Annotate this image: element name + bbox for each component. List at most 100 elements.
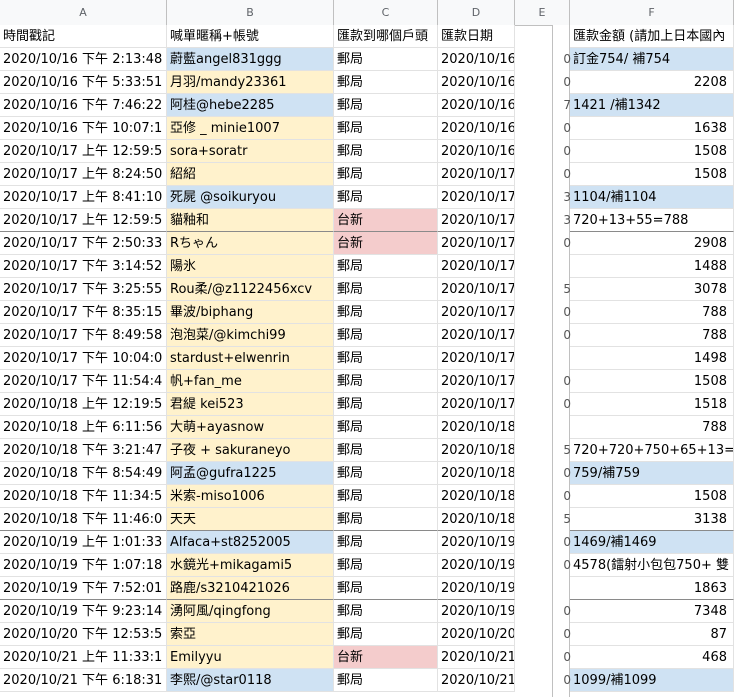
timestamp-cell[interactable]: 2020/10/17 上午 8:24:50 — [0, 163, 167, 186]
account-cell[interactable]: 郵局 — [334, 140, 438, 163]
account-cell[interactable]: 郵局 — [334, 324, 438, 347]
nickname-cell[interactable]: 紹紹 — [167, 163, 334, 186]
timestamp-cell[interactable]: 2020/10/17 下午 3:25:55 — [0, 278, 167, 301]
header-cell-amount[interactable]: 匯款金額 (請加上日本國內 — [570, 25, 734, 48]
account-cell[interactable]: 郵局 — [334, 508, 438, 531]
nickname-cell[interactable]: 索亞 — [167, 623, 334, 646]
amount-cell[interactable]: 87 — [570, 623, 734, 646]
column-header-e[interactable]: E — [515, 0, 570, 25]
date-cell[interactable]: 2020/10/17 — [438, 255, 515, 278]
timestamp-cell[interactable]: 2020/10/19 下午 1:07:18 — [0, 554, 167, 577]
header-cell-nickname[interactable]: 喊單暱稱+帳號 — [167, 25, 334, 48]
timestamp-cell[interactable]: 2020/10/19 下午 9:23:14 — [0, 600, 167, 623]
nickname-cell[interactable]: 大萌+ayasnow — [167, 416, 334, 439]
timestamp-cell[interactable]: 2020/10/16 下午 7:46:22 — [0, 94, 167, 117]
date-cell[interactable]: 2020/10/16 — [438, 94, 515, 117]
amount-cell[interactable]: 1508 — [570, 485, 734, 508]
timestamp-cell[interactable]: 2020/10/17 下午 2:50:33 — [0, 232, 167, 255]
account-cell[interactable]: 台新 — [334, 209, 438, 232]
timestamp-cell[interactable]: 2020/10/18 上午 6:11:56 — [0, 416, 167, 439]
amount-cell[interactable]: 4578(鐳射小包包750+ 雙 — [570, 554, 734, 577]
date-cell[interactable]: 2020/10/19 — [438, 531, 515, 554]
header-cell-date[interactable]: 匯款日期 — [438, 25, 515, 48]
account-cell[interactable]: 郵局 — [334, 370, 438, 393]
column-header-a[interactable]: A — [0, 0, 167, 25]
amount-cell[interactable]: 788 — [570, 301, 734, 324]
date-cell[interactable]: 2020/10/17 — [438, 324, 515, 347]
date-cell[interactable]: 2020/10/17 — [438, 278, 515, 301]
account-cell[interactable]: 郵局 — [334, 71, 438, 94]
amount-cell[interactable]: 468 — [570, 646, 734, 669]
amount-cell[interactable]: 3138 — [570, 508, 734, 531]
header-cell-account[interactable]: 匯款到哪個戶頭 — [334, 25, 438, 48]
date-cell[interactable]: 2020/10/17 — [438, 301, 515, 324]
amount-cell[interactable]: 1638 — [570, 117, 734, 140]
nickname-cell[interactable]: 畢波/biphang — [167, 301, 334, 324]
date-cell[interactable]: 2020/10/17 — [438, 209, 515, 232]
timestamp-cell[interactable]: 2020/10/17 上午 12:59:5 — [0, 209, 167, 232]
account-cell[interactable]: 郵局 — [334, 163, 438, 186]
account-cell[interactable]: 郵局 — [334, 462, 438, 485]
amount-cell[interactable]: 788 — [570, 324, 734, 347]
nickname-cell[interactable]: 蔚藍angel831ggg — [167, 48, 334, 71]
amount-cell[interactable]: 720+720+750+65+13=22 — [570, 439, 734, 462]
account-cell[interactable]: 郵局 — [334, 439, 438, 462]
date-cell[interactable]: 2020/10/19 — [438, 577, 515, 600]
account-cell[interactable]: 郵局 — [334, 48, 438, 71]
nickname-cell[interactable]: 阿桂@hebe2285 — [167, 94, 334, 117]
nickname-cell[interactable]: 月羽/mandy23361 — [167, 71, 334, 94]
account-cell[interactable]: 郵局 — [334, 278, 438, 301]
nickname-cell[interactable]: 死屍 @soikuryou — [167, 186, 334, 209]
nickname-cell[interactable]: 阿孟@gufra1225 — [167, 462, 334, 485]
nickname-cell[interactable]: 水鏡光+mikagami5 — [167, 554, 334, 577]
date-cell[interactable]: 2020/10/17 — [438, 232, 515, 255]
account-cell[interactable]: 郵局 — [334, 416, 438, 439]
date-cell[interactable]: 2020/10/16 — [438, 117, 515, 140]
date-cell[interactable]: 2020/10/18 — [438, 416, 515, 439]
nickname-cell[interactable]: 天天 — [167, 508, 334, 531]
date-cell[interactable]: 2020/10/17 — [438, 347, 515, 370]
column-header-d[interactable]: D — [438, 0, 515, 25]
amount-cell[interactable]: 1508 — [570, 163, 734, 186]
account-cell[interactable]: 台新 — [334, 232, 438, 255]
timestamp-cell[interactable]: 2020/10/18 下午 11:34:5 — [0, 485, 167, 508]
account-cell[interactable]: 台新 — [334, 646, 438, 669]
nickname-cell[interactable]: Rちゃん — [167, 232, 334, 255]
date-cell[interactable]: 2020/10/18 — [438, 462, 515, 485]
date-cell[interactable]: 2020/10/21 — [438, 669, 515, 692]
account-cell[interactable]: 郵局 — [334, 623, 438, 646]
timestamp-cell[interactable]: 2020/10/16 下午 10:07:1 — [0, 117, 167, 140]
account-cell[interactable]: 郵局 — [334, 255, 438, 278]
nickname-cell[interactable]: 子夜 + sakuraneyo — [167, 439, 334, 462]
date-cell[interactable]: 2020/10/16 — [438, 48, 515, 71]
column-header-c[interactable]: C — [334, 0, 438, 25]
amount-cell[interactable]: 1469/補1469 — [570, 531, 734, 554]
amount-cell[interactable]: 1863 — [570, 577, 734, 600]
amount-cell[interactable]: 1518 — [570, 393, 734, 416]
account-cell[interactable]: 郵局 — [334, 393, 438, 416]
date-cell[interactable]: 2020/10/18 — [438, 439, 515, 462]
amount-cell[interactable]: 1498 — [570, 347, 734, 370]
nickname-cell[interactable]: 湧阿風/qingfong — [167, 600, 334, 623]
account-cell[interactable]: 郵局 — [334, 577, 438, 600]
amount-cell[interactable]: 7348 — [570, 600, 734, 623]
amount-cell[interactable]: 720+13+55=788 — [570, 209, 734, 232]
nickname-cell[interactable]: 亞修 _ minie1007 — [167, 117, 334, 140]
amount-cell[interactable]: 788 — [570, 416, 734, 439]
timestamp-cell[interactable]: 2020/10/18 下午 3:21:47 — [0, 439, 167, 462]
nickname-cell[interactable]: Alfaca+st8252005 — [167, 531, 334, 554]
date-cell[interactable]: 2020/10/17 — [438, 186, 515, 209]
nickname-cell[interactable]: Emilyyu — [167, 646, 334, 669]
timestamp-cell[interactable]: 2020/10/18 下午 8:54:49 — [0, 462, 167, 485]
account-cell[interactable]: 郵局 — [334, 600, 438, 623]
nickname-cell[interactable]: sora+soratr — [167, 140, 334, 163]
timestamp-cell[interactable]: 2020/10/17 下午 8:49:58 — [0, 324, 167, 347]
nickname-cell[interactable]: 君緹 kei523 — [167, 393, 334, 416]
account-cell[interactable]: 郵局 — [334, 554, 438, 577]
timestamp-cell[interactable]: 2020/10/20 下午 12:53:5 — [0, 623, 167, 646]
date-cell[interactable]: 2020/10/17 — [438, 370, 515, 393]
amount-cell[interactable]: 2208 — [570, 71, 734, 94]
account-cell[interactable]: 郵局 — [334, 485, 438, 508]
timestamp-cell[interactable]: 2020/10/17 上午 8:41:10 — [0, 186, 167, 209]
date-cell[interactable]: 2020/10/17 — [438, 163, 515, 186]
